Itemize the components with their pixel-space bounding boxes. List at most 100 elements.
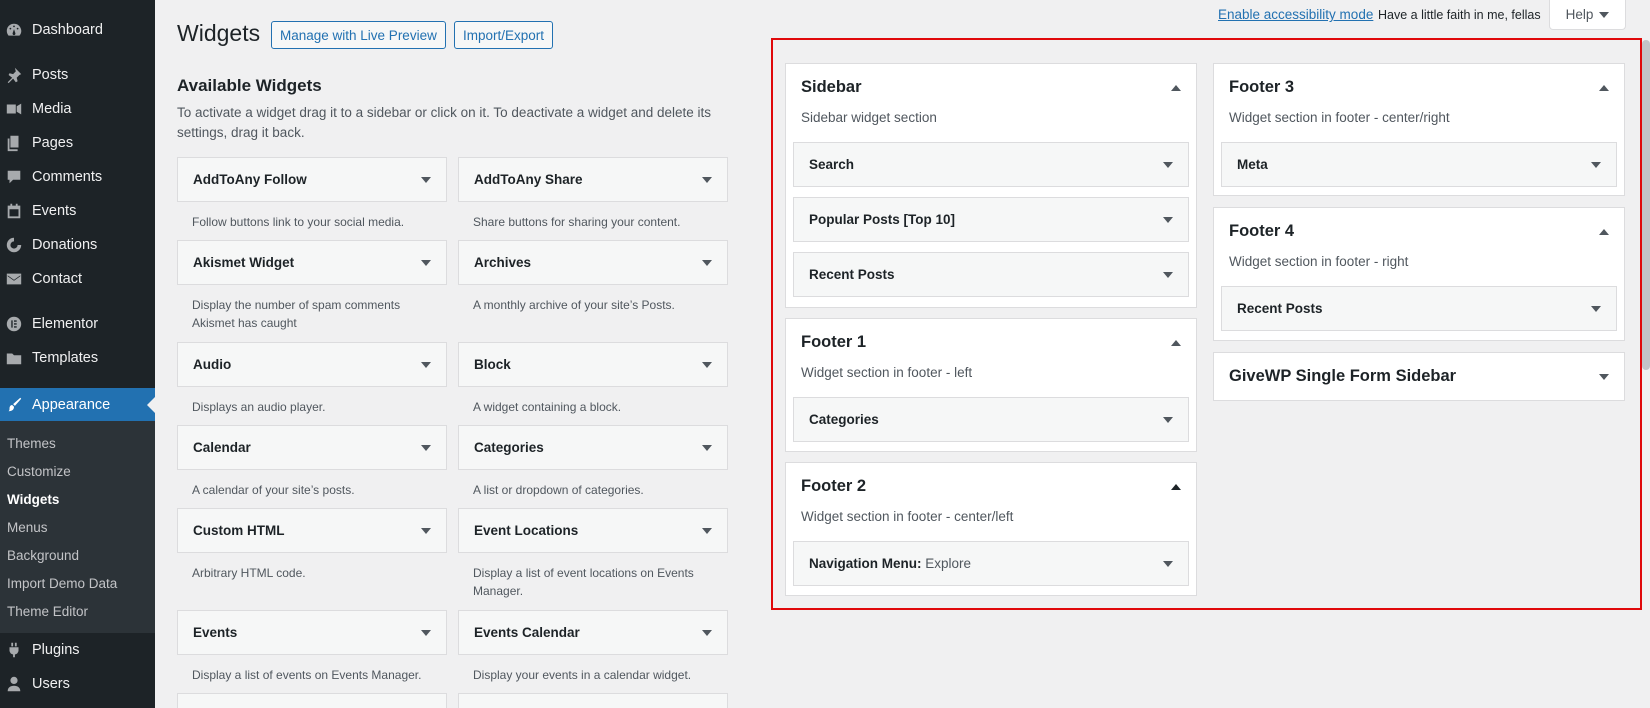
givewp-icon bbox=[4, 235, 24, 255]
widget-description: Display the number of spam comments Akis… bbox=[192, 298, 401, 330]
caret-down-icon[interactable] bbox=[1163, 416, 1173, 423]
widget-title: Navigation Menu: Explore bbox=[809, 556, 971, 571]
widget-categories[interactable]: Categories bbox=[793, 397, 1189, 442]
menu-dashboard[interactable]: Dashboard bbox=[0, 13, 155, 47]
caret-down-icon[interactable] bbox=[1591, 305, 1601, 312]
area-header[interactable]: Footer 4 bbox=[1229, 222, 1609, 241]
menu-elementor[interactable]: Elementor bbox=[0, 307, 155, 341]
widget-partial[interactable] bbox=[177, 693, 447, 708]
caret-down-icon[interactable] bbox=[421, 527, 431, 534]
caret-down-icon[interactable] bbox=[1163, 560, 1173, 567]
widget-block[interactable]: Block bbox=[458, 342, 728, 387]
available-widgets-description: To activate a widget drag it to a sideba… bbox=[177, 105, 712, 140]
widget-meta[interactable]: Meta bbox=[1221, 142, 1617, 187]
area-givewp-sidebar: GiveWP Single Form Sidebar bbox=[1213, 352, 1625, 401]
caret-down-icon[interactable] bbox=[1163, 216, 1173, 223]
menu-pages[interactable]: Pages bbox=[0, 126, 155, 160]
plugin-icon bbox=[4, 640, 24, 660]
caret-down-icon[interactable] bbox=[1163, 271, 1173, 278]
widget-event-locations[interactable]: Event Locations bbox=[458, 508, 728, 553]
caret-up-icon[interactable] bbox=[1171, 84, 1181, 91]
help-button[interactable]: Help bbox=[1549, 0, 1626, 30]
caret-down-icon[interactable] bbox=[421, 176, 431, 183]
area-title: Footer 2 bbox=[801, 477, 867, 495]
widget-title: Events bbox=[193, 625, 238, 640]
caret-down-icon[interactable] bbox=[421, 259, 431, 266]
widget-custom-html[interactable]: Custom HTML bbox=[177, 508, 447, 553]
widget-description: A widget containing a block. bbox=[473, 400, 622, 414]
manage-live-preview-button[interactable]: Manage with Live Preview bbox=[271, 21, 446, 49]
widget-search[interactable]: Search bbox=[793, 142, 1189, 187]
accessibility-mode-link[interactable]: Enable accessibility mode bbox=[1218, 7, 1373, 22]
menu-plugins[interactable]: Plugins bbox=[0, 633, 155, 667]
folder-icon bbox=[4, 348, 24, 368]
caret-down-icon[interactable] bbox=[702, 361, 712, 368]
menu-templates-label: Templates bbox=[32, 350, 99, 366]
submenu-theme-editor[interactable]: Theme Editor bbox=[7, 604, 88, 619]
widget-akismet[interactable]: Akismet Widget bbox=[177, 240, 447, 285]
menu-donations[interactable]: Donations bbox=[0, 228, 155, 262]
area-header[interactable]: Footer 1 bbox=[801, 333, 1181, 352]
menu-templates[interactable]: Templates bbox=[0, 341, 155, 375]
widget-title-sub: Explore bbox=[925, 556, 972, 571]
widget-navigation-menu[interactable]: Navigation Menu: Explore bbox=[793, 541, 1189, 586]
widget-description: Display a list of events on Events Manag… bbox=[192, 668, 422, 682]
caret-down-icon[interactable] bbox=[1599, 373, 1609, 380]
menu-comments[interactable]: Comments bbox=[0, 160, 155, 194]
caret-down-icon[interactable] bbox=[421, 629, 431, 636]
submenu-background[interactable]: Background bbox=[7, 548, 79, 563]
widget-addtoany-share[interactable]: AddToAny Share bbox=[458, 157, 728, 202]
scrollbar[interactable] bbox=[1642, 0, 1650, 708]
area-header[interactable]: Footer 2 bbox=[801, 477, 1181, 496]
widget-title: Search bbox=[809, 157, 855, 172]
caret-down-icon[interactable] bbox=[702, 444, 712, 451]
import-export-button[interactable]: Import/Export bbox=[454, 21, 554, 49]
area-footer-3: Footer 3 Widget section in footer - cent… bbox=[1213, 63, 1625, 196]
widget-categories[interactable]: Categories bbox=[458, 425, 728, 470]
area-header[interactable]: GiveWP Single Form Sidebar bbox=[1229, 367, 1609, 386]
widget-recent-posts[interactable]: Recent Posts bbox=[793, 252, 1189, 297]
caret-up-icon[interactable] bbox=[1171, 483, 1181, 490]
area-sidebar: Sidebar Sidebar widget section Search Po… bbox=[785, 63, 1197, 308]
area-header[interactable]: Sidebar bbox=[801, 78, 1181, 97]
caret-down-icon[interactable] bbox=[702, 629, 712, 636]
widget-description: A calendar of your site’s posts. bbox=[192, 483, 355, 497]
caret-down-icon[interactable] bbox=[1163, 161, 1173, 168]
widget-events[interactable]: Events bbox=[177, 610, 447, 655]
submenu-customize[interactable]: Customize bbox=[7, 464, 71, 479]
submenu-menus[interactable]: Menus bbox=[7, 520, 48, 535]
caret-up-icon[interactable] bbox=[1171, 339, 1181, 346]
caret-up-icon[interactable] bbox=[1599, 228, 1609, 235]
submenu-themes[interactable]: Themes bbox=[7, 436, 56, 451]
caret-down-icon[interactable] bbox=[702, 259, 712, 266]
widget-popular-posts[interactable]: Popular Posts [Top 10] bbox=[793, 197, 1189, 242]
widget-recent-posts[interactable]: Recent Posts bbox=[1221, 286, 1617, 331]
widget-description: Display your events in a calendar widget… bbox=[473, 668, 692, 682]
widget-addtoany-follow[interactable]: AddToAny Follow bbox=[177, 157, 447, 202]
widget-partial[interactable] bbox=[458, 693, 728, 708]
menu-plugins-label: Plugins bbox=[32, 642, 80, 658]
caret-down-icon[interactable] bbox=[421, 444, 431, 451]
widget-audio[interactable]: Audio bbox=[177, 342, 447, 387]
menu-events[interactable]: Events bbox=[0, 194, 155, 228]
widget-calendar[interactable]: Calendar bbox=[177, 425, 447, 470]
menu-posts[interactable]: Posts bbox=[0, 58, 155, 92]
submenu-widgets[interactable]: Widgets bbox=[7, 492, 59, 507]
menu-comments-label: Comments bbox=[32, 169, 103, 185]
caret-up-icon[interactable] bbox=[1599, 84, 1609, 91]
caret-down-icon[interactable] bbox=[702, 527, 712, 534]
widget-events-calendar[interactable]: Events Calendar bbox=[458, 610, 728, 655]
area-header[interactable]: Footer 3 bbox=[1229, 78, 1609, 97]
submenu-import-demo-data[interactable]: Import Demo Data bbox=[7, 576, 117, 591]
widget-archives[interactable]: Archives bbox=[458, 240, 728, 285]
caret-down-icon[interactable] bbox=[702, 176, 712, 183]
menu-contact[interactable]: Contact bbox=[0, 262, 155, 296]
scrollbar-thumb[interactable] bbox=[1642, 40, 1650, 370]
menu-media[interactable]: Media bbox=[0, 92, 155, 126]
caret-down-icon[interactable] bbox=[1591, 161, 1601, 168]
caret-down-icon[interactable] bbox=[421, 361, 431, 368]
menu-users[interactable]: Users bbox=[0, 667, 155, 701]
menu-elementor-label: Elementor bbox=[32, 316, 99, 332]
widget-title: AddToAny Follow bbox=[193, 172, 307, 187]
menu-appearance[interactable]: Appearance bbox=[0, 388, 155, 422]
